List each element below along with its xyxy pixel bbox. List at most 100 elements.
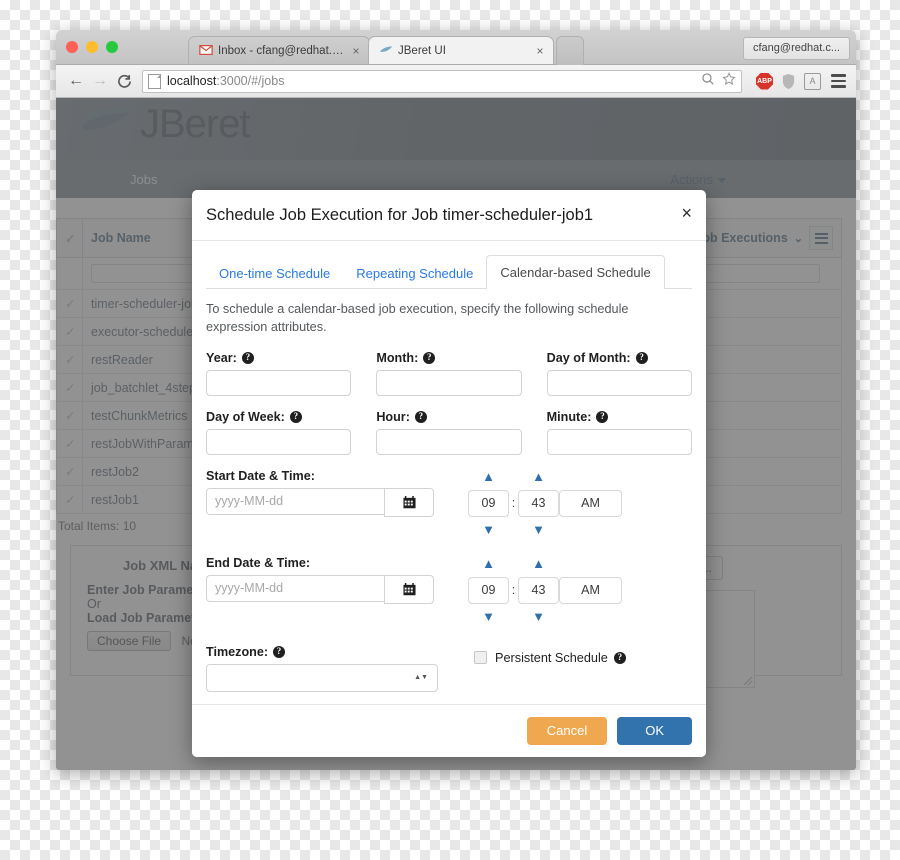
hamburger-icon[interactable] — [829, 74, 848, 88]
end-minute-up-arrow[interactable]: ▲ — [532, 557, 545, 570]
field-month-label: Month:? — [376, 351, 521, 365]
end-minute-value[interactable]: 43 — [518, 576, 559, 604]
field-month-label-text: Month: — [376, 350, 419, 365]
window-controls — [66, 41, 118, 53]
field-day-of-month-label-text: Day of Month: — [546, 350, 631, 365]
help-icon[interactable]: ? — [635, 351, 648, 364]
start-date-col: Start Date & Time: — [206, 469, 434, 517]
start-date-input[interactable] — [206, 487, 384, 515]
shield-icon[interactable] — [781, 73, 796, 90]
start-time-picker: ▲ ▲ 09 : 43 AM ▼ ▼ — [468, 469, 622, 538]
close-window-button[interactable] — [66, 41, 78, 53]
new-tab-button[interactable] — [556, 36, 584, 65]
start-hour-down-arrow[interactable]: ▼ — [482, 523, 495, 536]
star-icon[interactable] — [722, 71, 736, 91]
start-date-input-group — [206, 487, 434, 517]
end-hour-value[interactable]: 09 — [468, 576, 509, 604]
reload-button[interactable] — [112, 69, 136, 93]
timezone-row: Timezone:? ▲▼ Persistent Schedule? — [206, 645, 692, 692]
help-icon[interactable]: ? — [289, 410, 302, 423]
start-minute-value[interactable]: 43 — [518, 489, 559, 517]
end-time-separator: : — [511, 583, 516, 598]
magnifier-icon[interactable] — [701, 72, 715, 91]
persistent-schedule-label-text: Persistent Schedule — [495, 650, 608, 665]
field-minute: Minute:? — [546, 410, 692, 455]
start-meridiem-value[interactable]: AM — [559, 489, 622, 517]
schedule-expression-grid: Year:? Month:? Day of Month:? Day of Wee… — [206, 351, 692, 469]
close-icon[interactable]: × — [349, 45, 363, 57]
translate-icon[interactable]: A — [804, 72, 821, 90]
end-date-input-group — [206, 574, 434, 604]
profile-button[interactable]: cfang@redhat.c... — [743, 37, 850, 60]
start-minute-up-arrow[interactable]: ▲ — [532, 470, 545, 483]
page-content: JBeret Jobs Actions ✓ Job Name — [56, 98, 856, 770]
persistent-schedule-checkbox[interactable] — [474, 651, 487, 665]
end-hour-down-arrow[interactable]: ▼ — [482, 610, 495, 623]
help-icon[interactable]: ? — [414, 410, 427, 423]
start-datetime-row: Start Date & Time: ▲ — [206, 469, 692, 538]
field-day-of-week-label: Day of Week:? — [206, 410, 351, 424]
field-year-label: Year:? — [206, 351, 351, 365]
start-datetime-label: Start Date & Time: — [206, 468, 315, 483]
url-host: localhost — [167, 74, 217, 88]
adblock-icon[interactable]: ABP — [756, 72, 773, 90]
field-day-of-week-label-text: Day of Week: — [206, 409, 285, 424]
maximize-window-button[interactable] — [106, 41, 118, 53]
field-year: Year:? — [206, 351, 352, 396]
end-hour-up-arrow[interactable]: ▲ — [482, 557, 495, 570]
modal-body: One-time Schedule Repeating Schedule Cal… — [192, 241, 706, 704]
help-icon[interactable]: ? — [423, 351, 436, 364]
timezone-label-text: Timezone: — [206, 644, 269, 659]
start-minute-down-arrow[interactable]: ▼ — [532, 523, 545, 536]
help-icon[interactable]: ? — [613, 651, 626, 664]
year-input[interactable] — [206, 369, 352, 396]
tab-repeating-schedule[interactable]: Repeating Schedule — [343, 257, 486, 289]
minute-input[interactable] — [546, 428, 692, 455]
forward-button[interactable]: → — [88, 69, 112, 93]
select-arrows-icon: ▲▼ — [414, 673, 428, 681]
page-icon — [148, 73, 161, 89]
hour-input[interactable] — [376, 428, 522, 455]
ok-button[interactable]: OK — [617, 716, 692, 745]
help-icon[interactable]: ? — [596, 410, 609, 423]
month-input[interactable] — [376, 369, 522, 396]
tab-calendar-based-schedule[interactable]: Calendar-based Schedule — [486, 254, 665, 289]
timezone-select[interactable]: ▲▼ — [206, 663, 438, 692]
field-month: Month:? — [376, 351, 522, 396]
back-button[interactable]: ← — [64, 69, 88, 93]
day-of-week-input[interactable] — [206, 428, 352, 455]
browser-tab-inbox[interactable]: Inbox - cfang@redhat.com × — [188, 36, 370, 64]
tab-one-time-schedule[interactable]: One-time Schedule — [206, 257, 343, 289]
day-of-month-input[interactable] — [546, 369, 692, 396]
start-hour-value[interactable]: 09 — [468, 489, 509, 517]
browser-tab-title: Inbox - cfang@redhat.com — [218, 44, 349, 57]
calendar-icon — [402, 495, 416, 509]
help-icon[interactable]: ? — [241, 351, 254, 364]
persistent-schedule-row[interactable]: Persistent Schedule? — [474, 651, 626, 665]
browser-tab-title: JBeret UI — [398, 44, 446, 57]
field-minute-label-text: Minute: — [546, 409, 592, 424]
address-bar[interactable]: localhost:3000/#/jobs — [142, 69, 742, 93]
modal-title: Schedule Job Execution for Job timer-sch… — [206, 206, 594, 224]
start-date-calendar-button[interactable] — [384, 487, 434, 517]
close-icon[interactable]: × — [681, 204, 692, 222]
end-date-input[interactable] — [206, 574, 384, 602]
end-meridiem-value[interactable]: AM — [559, 576, 622, 604]
end-datetime-label: End Date & Time: — [206, 555, 311, 570]
reload-icon — [117, 74, 131, 88]
close-icon[interactable]: × — [533, 45, 547, 57]
end-date-calendar-button[interactable] — [384, 574, 434, 604]
browser-tab-jberet[interactable]: JBeret UI × — [368, 36, 554, 64]
cancel-button[interactable]: Cancel — [526, 716, 608, 745]
start-hour-up-arrow[interactable]: ▲ — [482, 470, 495, 483]
schedule-tabs: One-time Schedule Repeating Schedule Cal… — [206, 254, 692, 289]
minimize-window-button[interactable] — [86, 41, 98, 53]
field-hour: Hour:? — [376, 410, 522, 455]
field-day-of-week: Day of Week:? — [206, 410, 352, 455]
field-minute-label: Minute:? — [547, 410, 692, 424]
modal-header: Schedule Job Execution for Job timer-sch… — [192, 190, 706, 241]
help-icon[interactable]: ? — [273, 645, 286, 658]
gmail-icon — [199, 44, 213, 58]
extension-icons: ABP A — [748, 72, 848, 90]
end-minute-down-arrow[interactable]: ▼ — [532, 610, 545, 623]
